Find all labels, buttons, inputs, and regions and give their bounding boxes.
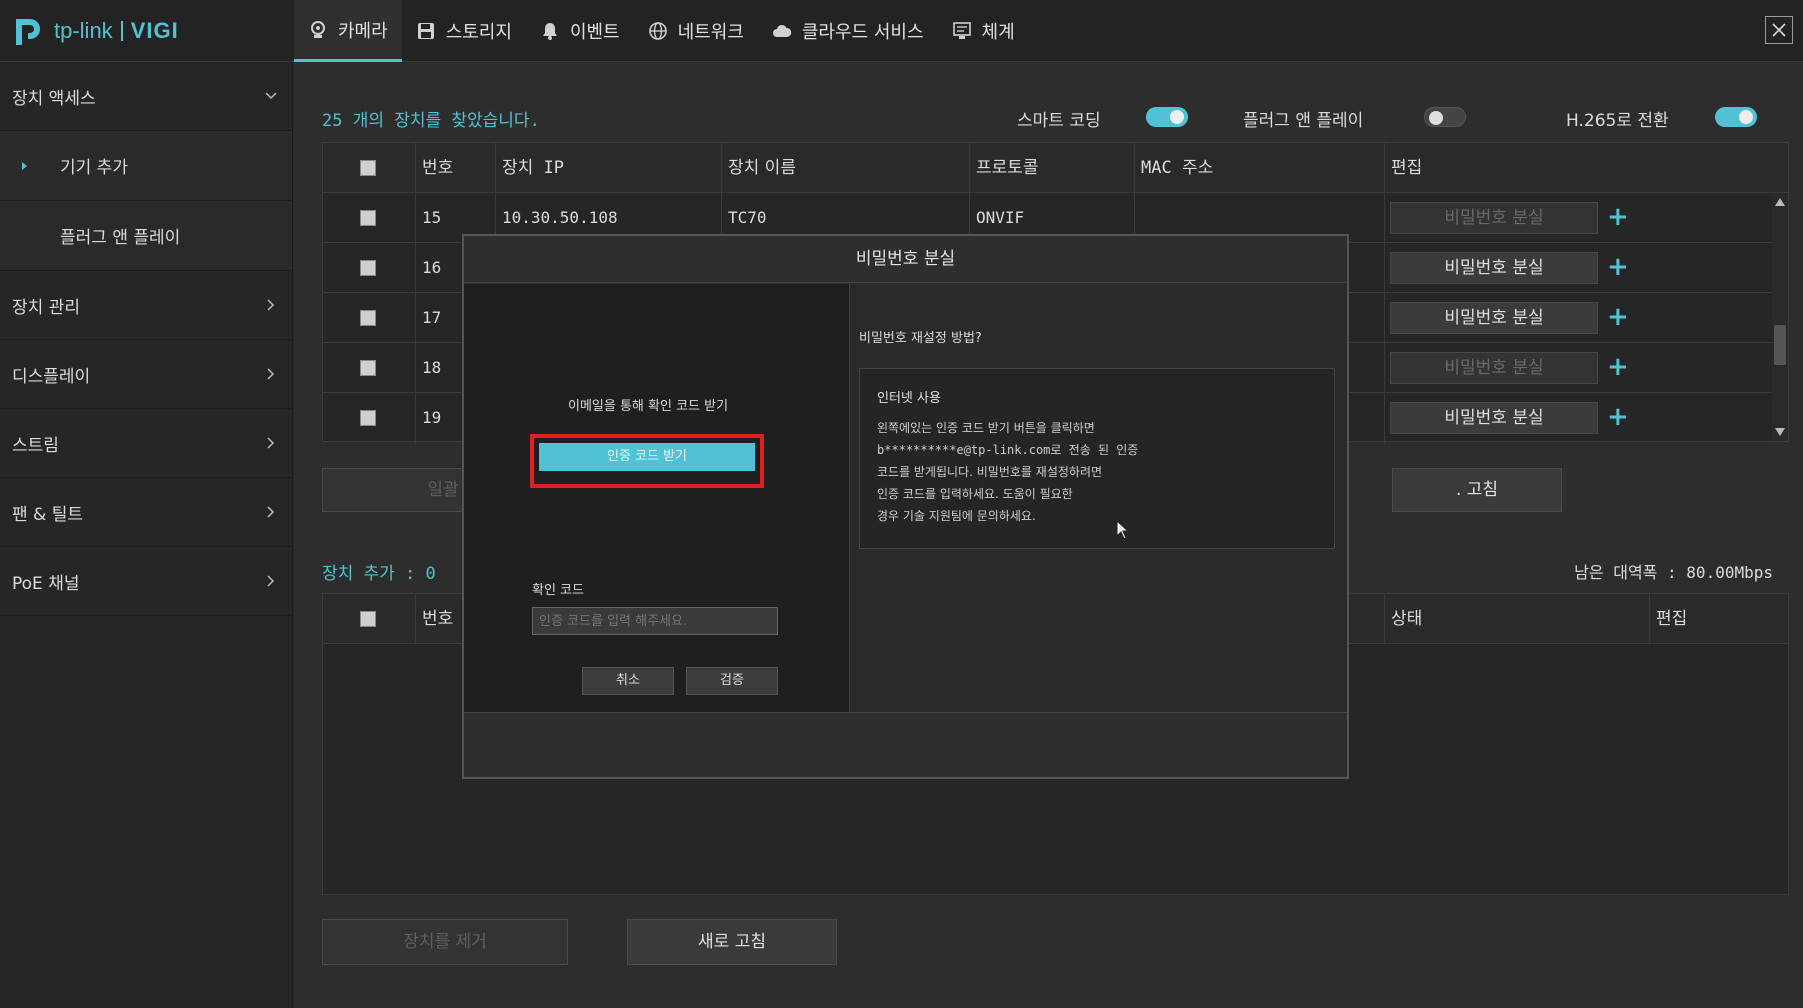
verification-code-input[interactable] — [532, 607, 778, 635]
dialog-left-panel: 이메일을 통해 확인 코드 받기 인증 코드 받기 확인 코드 취소 검증 — [464, 284, 849, 712]
info-line: 코드를 받게됩니다. 비밀번호를 재설정하려면 — [877, 465, 1103, 479]
cancel-button[interactable]: 취소 — [582, 667, 674, 695]
info-title: 인터넷 사용 — [877, 391, 941, 406]
get-code-button[interactable]: 인증 코드 받기 — [539, 443, 755, 471]
code-label: 확인 코드 — [532, 583, 584, 598]
info-line: 인증 코드를 입력하세요. 도움이 필요한 — [877, 487, 1073, 501]
info-box: 인터넷 사용 왼쪽에있는 인증 코드 받기 버튼을 클릭하면 b********… — [859, 368, 1335, 549]
verify-button[interactable]: 검증 — [686, 667, 778, 695]
info-body: 왼쪽에있는 인증 코드 받기 버튼을 클릭하면 b**********e@tp-… — [877, 417, 1317, 527]
email-prompt: 이메일을 통해 확인 코드 받기 — [568, 399, 729, 414]
modal-overlay: 비밀번호 분실 이메일을 통해 확인 코드 받기 인증 코드 받기 확인 코드 … — [0, 0, 1803, 1008]
how-to-reset-title: 비밀번호 재설정 방법? — [859, 331, 982, 346]
mouse-cursor-icon — [1116, 520, 1130, 540]
dialog-footer — [464, 712, 1347, 777]
info-line: 경우 기술 지원팀에 문의하세요. — [877, 509, 1036, 523]
forgot-password-dialog: 비밀번호 분실 이메일을 통해 확인 코드 받기 인증 코드 받기 확인 코드 … — [462, 234, 1349, 779]
dialog-title: 비밀번호 분실 — [464, 236, 1347, 283]
info-line: 왼쪽에있는 인증 코드 받기 버튼을 클릭하면 — [877, 421, 1095, 435]
info-line: b**********e@tp-link.com로 전송 된 인증 — [877, 443, 1139, 457]
dialog-right-panel: 비밀번호 재설정 방법? 인터넷 사용 왼쪽에있는 인증 코드 받기 버튼을 클… — [849, 284, 1347, 712]
